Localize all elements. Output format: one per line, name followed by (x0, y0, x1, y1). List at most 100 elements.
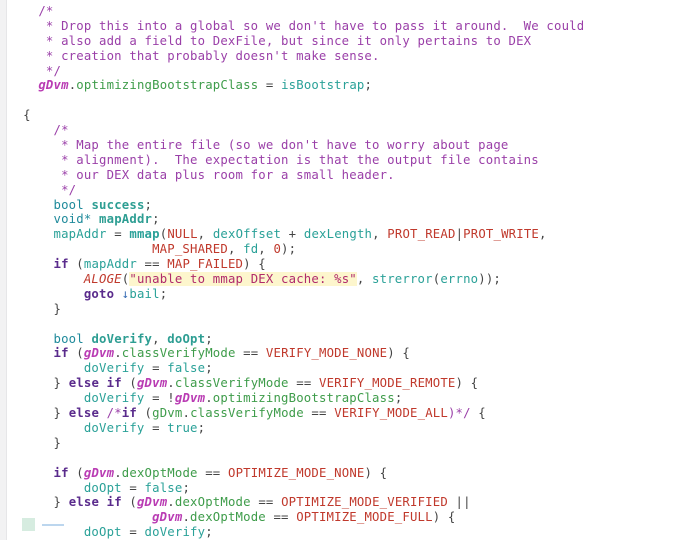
code-line[interactable]: */ (8, 64, 690, 79)
code-line[interactable]: void* mapAddr; (8, 212, 690, 227)
code-token-punc: , (197, 227, 213, 242)
code-token-cmt: /* (53, 123, 69, 138)
code-line[interactable]: } else if (gDvm.classVerifyMode == VERIF… (8, 376, 690, 391)
code-token-var: doVerify (83, 361, 145, 376)
code-line[interactable]: /* (8, 123, 690, 138)
code-token-punc: . (167, 376, 175, 391)
code-token-gdvm: gDvm (152, 510, 183, 525)
code-token-member: dexOptMode (190, 510, 266, 525)
code-token-punc: { (23, 108, 31, 123)
code-line[interactable]: /* (8, 4, 690, 19)
code-token-punc: } (53, 435, 62, 450)
code-line[interactable]: } else /*if (gDvm.classVerifyMode == VER… (8, 406, 690, 421)
code-token-punc: , (372, 227, 388, 242)
code-token-boolv: false (167, 361, 206, 376)
code-token-macro: OPTIMIZE_MODE_FULL (296, 510, 433, 525)
code-token-punc: . (114, 346, 122, 361)
code-token-cmt: */ (53, 182, 77, 197)
code-token-var: errno (440, 272, 479, 287)
code-token-cmt: * also add a field to DexFile, but since… (38, 33, 532, 48)
code-line[interactable]: } else if (gDvm.dexOptMode == OPTIMIZE_M… (8, 495, 690, 510)
code-line[interactable]: doOpt = doVerify; (8, 525, 690, 540)
code-token-cmt: */ (38, 63, 62, 78)
code-line[interactable] (8, 451, 690, 466)
code-editor-view[interactable]: /* * Drop this into a global so we don't… (0, 0, 690, 540)
code-token-member: optimizingBootstrapClass (76, 78, 259, 93)
code-token-macro: OPTIMIZE_MODE_NONE (227, 465, 365, 480)
code-token-var: strerror (372, 272, 433, 287)
code-token-punc: { (470, 406, 486, 421)
code-token-punc: ( (68, 465, 84, 480)
code-line[interactable]: } (8, 436, 690, 451)
code-token-var: mapAddr (53, 227, 107, 242)
code-line[interactable] (8, 317, 690, 332)
code-line[interactable]: goto ↓bail; (8, 287, 690, 302)
code-token-punc: } (53, 301, 62, 316)
code-token-punc: = ! (144, 391, 175, 406)
code-line[interactable]: if (gDvm.dexOptMode == OPTIMIZE_MODE_NON… (8, 466, 690, 481)
code-token-boolv: true (167, 420, 198, 435)
code-token-cmt: * creation that probably doesn't make se… (38, 48, 380, 63)
code-token-macro: MAP_SHARED (152, 242, 228, 257)
code-token-punc: == (288, 376, 319, 391)
code-token-punc: . (182, 406, 191, 421)
code-token-punc: = (121, 525, 145, 540)
code-line[interactable]: * Map the entire file (so we don't have … (8, 138, 690, 153)
code-token-punc: ; (144, 197, 153, 212)
code-token-punc: . (167, 495, 175, 510)
code-line[interactable]: doOpt = false; (8, 481, 690, 496)
code-line[interactable]: MAP_SHARED, fd, 0); (8, 242, 690, 257)
code-line[interactable]: doVerify = !gDvm.optimizingBootstrapClas… (8, 391, 690, 406)
code-line[interactable]: if (mapAddr == MAP_FAILED) { (8, 257, 690, 272)
editor-gutter[interactable] (0, 0, 7, 540)
code-line[interactable]: mapAddr = mmap(NULL, dexOffset + dexLeng… (8, 227, 690, 242)
code-line[interactable]: bool success; (8, 198, 690, 213)
code-line[interactable]: */ (8, 183, 690, 198)
code-line[interactable]: * also add a field to DexFile, but since… (8, 34, 690, 49)
fold-marker-icon[interactable] (22, 518, 35, 531)
code-token-type: void* (53, 212, 92, 227)
code-token-fn: mmap (129, 227, 160, 242)
code-line[interactable]: doVerify = false; (8, 361, 690, 376)
code-line[interactable]: doVerify = true; (8, 421, 690, 436)
code-line[interactable]: if (gDvm.classVerifyMode == VERIFY_MODE_… (8, 346, 690, 361)
code-token-punc: = (121, 480, 145, 495)
code-token-var: doVerify (83, 391, 145, 406)
code-token-macro: VERIFY_MODE_ALL (334, 406, 448, 421)
code-line[interactable]: * creation that probably doesn't make se… (8, 49, 690, 64)
code-line[interactable]: gDvm.optimizingBootstrapClass = isBootst… (8, 78, 690, 93)
code-token-punc: ; (182, 480, 191, 495)
code-line[interactable]: * alignment). The expectation is that th… (8, 153, 690, 168)
code-token-punc: == (197, 465, 228, 480)
code-line[interactable]: bool doVerify, doOpt; (8, 332, 690, 347)
code-line[interactable]: gDvm.dexOptMode == OPTIMIZE_MODE_FULL) { (8, 510, 690, 525)
code-token-macro: NULL (167, 227, 198, 242)
code-line[interactable]: * Drop this into a global so we don't ha… (8, 19, 690, 34)
code-line[interactable] (8, 93, 690, 108)
code-content[interactable]: /* * Drop this into a global so we don't… (8, 0, 690, 540)
code-token-member: dexOptMode (121, 465, 198, 480)
code-token-punc: } (53, 495, 69, 510)
code-token-punc: ; (152, 212, 160, 227)
code-line[interactable]: * our DEX data plus room for a small hea… (8, 168, 690, 183)
code-token-var: dexOffset (212, 227, 282, 242)
code-line[interactable]: } (8, 302, 690, 317)
code-token-cmt: * our DEX data plus room for a small hea… (53, 167, 395, 182)
code-token-kw: else (68, 406, 100, 421)
code-token-vard: doVerify (91, 331, 153, 346)
code-token-punc: = (144, 361, 168, 376)
code-line[interactable]: { (8, 108, 690, 123)
code-token-var: bail (129, 286, 160, 301)
code-token-punc: == (250, 495, 282, 510)
code-line[interactable]: ALOGE("unable to mmap DEX cache: %s", st… (8, 272, 690, 287)
